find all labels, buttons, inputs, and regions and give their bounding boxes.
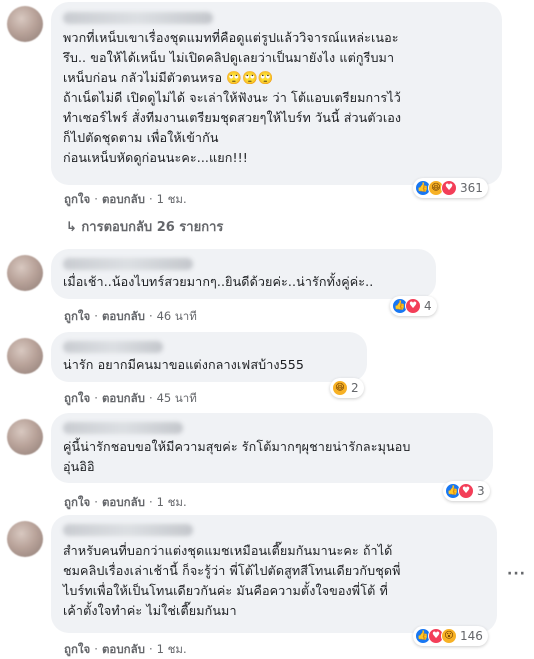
separator: · xyxy=(94,309,98,323)
author-name[interactable] xyxy=(63,341,163,353)
avatar[interactable] xyxy=(7,6,43,42)
reply-button[interactable]: ตอบกลับ xyxy=(102,642,145,656)
author-name[interactable] xyxy=(63,524,193,536)
comment-actions: ถูกใจ · ตอบกลับ · 1 ชม. xyxy=(64,641,187,659)
reaction-count: 4 xyxy=(424,299,432,313)
avatar[interactable] xyxy=(7,338,43,374)
timestamp[interactable]: 45 นาที xyxy=(157,391,197,405)
love-icon: ♥ xyxy=(458,483,474,499)
timestamp[interactable]: 46 นาที xyxy=(157,309,197,323)
reply-button[interactable]: ตอบกลับ xyxy=(102,495,145,509)
view-replies-link[interactable]: ↳ การตอบกลับ 26 รายการ xyxy=(66,216,223,237)
reaction-count: 2 xyxy=(351,381,359,395)
comment-text: คู่นี้น่ารักชอบขอให้มีความสุขค่ะ รักโต้ม… xyxy=(63,439,411,474)
like-button[interactable]: ถูกใจ xyxy=(64,192,90,206)
reaction-summary[interactable]: 👍 ♥ 😮 146 xyxy=(413,626,488,646)
separator: · xyxy=(94,391,98,405)
author-name[interactable] xyxy=(63,258,193,270)
reaction-summary[interactable]: 👍 😆 ♥ 361 xyxy=(413,178,488,198)
reply-button[interactable]: ตอบกลับ xyxy=(102,309,145,323)
comment-text: เมื่อเช้า..น้องไบทร์สวยมากๆ..ยินดีด้วยค่… xyxy=(63,274,374,289)
wow-icon: 😮 xyxy=(441,628,457,644)
separator: · xyxy=(94,642,98,656)
reaction-count: 146 xyxy=(460,629,483,643)
haha-icon: 😆 xyxy=(332,380,348,396)
reply-button[interactable]: ตอบกลับ xyxy=(102,192,145,206)
comment-actions: ถูกใจ · ตอบกลับ · 45 นาที xyxy=(64,390,197,408)
comment-text: สำหรับคนที่บอกว่าแต่งชุดแมชเหมือนเตี๊ยมก… xyxy=(63,543,401,618)
timestamp[interactable]: 1 ชม. xyxy=(157,192,187,206)
comment-actions: ถูกใจ · ตอบกลับ · 46 นาที xyxy=(64,308,197,326)
comment-text: น่ารัก อยากมีคนมาขอแต่งกลางเฟสบ้าง555 xyxy=(63,357,304,372)
separator: · xyxy=(148,642,153,656)
timestamp[interactable]: 1 ชม. xyxy=(157,642,187,656)
separator: · xyxy=(148,391,153,405)
reaction-summary[interactable]: 👍 ♥ 4 xyxy=(390,296,437,316)
timestamp[interactable]: 1 ชม. xyxy=(157,495,187,509)
like-button[interactable]: ถูกใจ xyxy=(64,309,90,323)
avatar[interactable] xyxy=(7,255,43,291)
author-name[interactable] xyxy=(63,422,183,434)
separator: · xyxy=(94,192,98,206)
separator: · xyxy=(148,495,153,509)
reaction-summary[interactable]: 😆 2 xyxy=(330,378,364,398)
reaction-count: 361 xyxy=(460,181,483,195)
love-icon: ♥ xyxy=(441,180,457,196)
separator: · xyxy=(148,309,153,323)
reply-button[interactable]: ตอบกลับ xyxy=(102,391,145,405)
like-button[interactable]: ถูกใจ xyxy=(64,495,90,509)
author-name[interactable] xyxy=(63,12,213,24)
love-icon: ♥ xyxy=(405,298,421,314)
like-button[interactable]: ถูกใจ xyxy=(64,642,90,656)
reaction-count: 3 xyxy=(477,484,485,498)
comment-actions: ถูกใจ · ตอบกลับ · 1 ชม. xyxy=(64,494,187,512)
separator: · xyxy=(148,192,153,206)
avatar[interactable] xyxy=(7,419,43,455)
reaction-summary[interactable]: 👍 ♥ 3 xyxy=(443,481,490,501)
comment-text: พวกที่เหน็บเขาเรื่องชุดแมทที่คือดูแต่รูป… xyxy=(63,30,402,165)
separator: · xyxy=(94,495,98,509)
comment-actions: ถูกใจ · ตอบกลับ · 1 ชม. xyxy=(64,191,187,209)
like-button[interactable]: ถูกใจ xyxy=(64,391,90,405)
more-options-icon[interactable]: ··· xyxy=(507,566,526,582)
avatar[interactable] xyxy=(7,521,43,557)
